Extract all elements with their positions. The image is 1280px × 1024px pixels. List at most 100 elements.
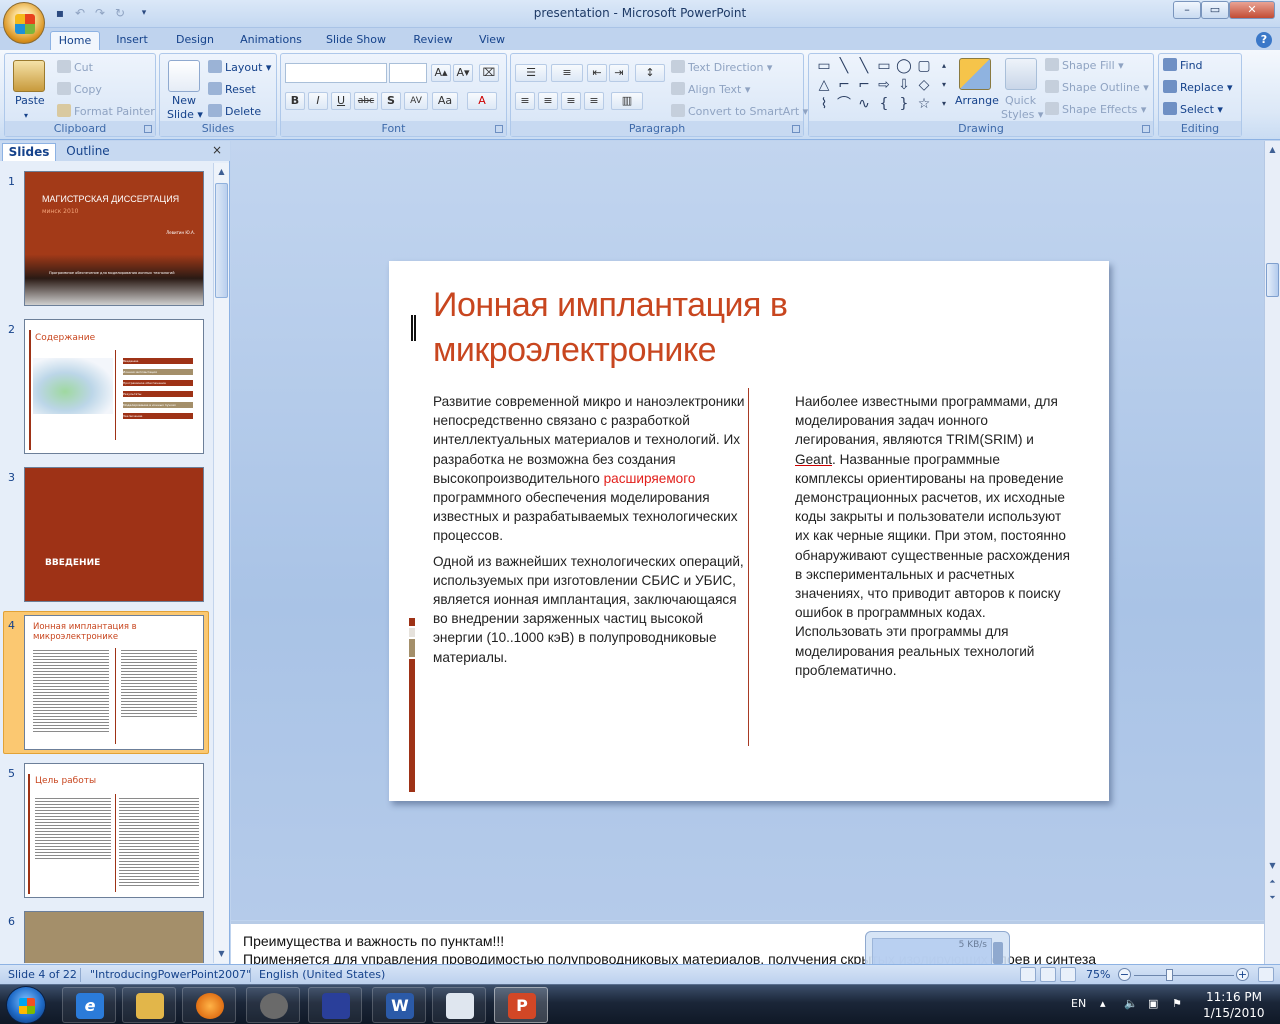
taskbar-windows-explorer[interactable] xyxy=(122,987,176,1023)
shadow-button[interactable]: S xyxy=(381,92,401,110)
slide-thumbnail-1[interactable]: МАГИСТРСКАЯ ДИССЕРТАЦИЯ минск 2010 Левит… xyxy=(24,171,204,306)
rounded-rect-shape-icon[interactable]: ▢ xyxy=(915,58,933,74)
help-icon[interactable]: ? xyxy=(1256,32,1272,48)
slide-thumbnail-4[interactable]: Ионная имплантация в микроэлектронике xyxy=(24,615,204,750)
editor-scroll-thumb[interactable] xyxy=(1266,263,1279,297)
taskbar-firefox[interactable] xyxy=(182,987,236,1023)
paste-button[interactable]: Paste xyxy=(15,93,45,109)
taskbar-powerpoint[interactable]: P xyxy=(494,987,548,1023)
pane-scroll-thumb[interactable] xyxy=(215,183,228,298)
paragraph-launcher-icon[interactable] xyxy=(792,125,800,133)
zoom-level[interactable]: 75% xyxy=(1086,967,1110,983)
slide-sorter-view-icon[interactable] xyxy=(1040,967,1056,982)
clock-time[interactable]: 11:16 PM xyxy=(1206,990,1262,1004)
strikethrough-button[interactable]: abc xyxy=(354,92,378,110)
pane-scrollbar[interactable]: ▲ ▼ xyxy=(213,163,229,963)
right-text-column[interactable]: Наиболее известными программами, для мод… xyxy=(795,392,1071,686)
slide-thumbnail-6[interactable] xyxy=(24,911,204,963)
network-icon[interactable]: ▣ xyxy=(1148,997,1158,1010)
left-text-column[interactable]: Развитие современной микро и наноэлектро… xyxy=(433,392,745,673)
tab-design[interactable]: Design xyxy=(168,31,222,51)
clear-formatting-icon[interactable]: ⌧ xyxy=(479,64,499,82)
shape-effects-button[interactable]: Shape Effects ▾ xyxy=(1062,103,1146,116)
convert-smartart-button[interactable]: Convert to SmartArt ▾ xyxy=(688,105,808,118)
taskbar-word[interactable]: W xyxy=(372,987,426,1023)
elbow-arrow-icon[interactable]: ⌐ xyxy=(855,77,873,93)
elbow-connector-icon[interactable]: ⌐ xyxy=(835,77,853,93)
slide-show-view-icon[interactable] xyxy=(1060,967,1076,982)
input-language[interactable]: EN xyxy=(1071,997,1086,1010)
office-button[interactable] xyxy=(3,2,45,44)
editor-scrollbar[interactable]: ▲ ▼ ⏶ ⏷ xyxy=(1264,141,1280,964)
tab-insert[interactable]: Insert xyxy=(108,31,156,51)
fit-to-window-icon[interactable] xyxy=(1258,967,1274,982)
tab-view[interactable]: View xyxy=(470,31,514,51)
slide-title[interactable]: Ионная имплантация в микроэлектронике xyxy=(433,283,1073,373)
down-arrow-shape-icon[interactable]: ⇩ xyxy=(895,77,913,93)
curve-shape-icon[interactable]: ∿ xyxy=(855,96,873,112)
slide-thumbnail-3[interactable]: ВВЕДЕНИЕ xyxy=(24,467,204,602)
flag-icon[interactable]: ⚑ xyxy=(1172,997,1182,1010)
layout-button[interactable]: Layout ▾ xyxy=(225,61,271,74)
slide-canvas[interactable]: Ионная имплантация в микроэлектронике Ра… xyxy=(389,261,1109,801)
arrange-icon[interactable] xyxy=(959,58,991,90)
left-brace-shape-icon[interactable]: { xyxy=(875,96,893,112)
decrease-indent-icon[interactable]: ⇤ xyxy=(587,64,607,82)
font-name-combo[interactable] xyxy=(285,63,387,83)
align-text-button[interactable]: Align Text ▾ xyxy=(688,83,750,96)
maximize-button[interactable]: ▭ xyxy=(1201,1,1229,19)
bullets-icon[interactable]: ☰ xyxy=(515,64,547,82)
zoom-out-button[interactable]: − xyxy=(1118,968,1131,981)
arrange-button[interactable]: Arrange xyxy=(955,93,999,109)
scroll-down-icon[interactable]: ▼ xyxy=(215,947,228,961)
underline-button[interactable]: U xyxy=(331,92,351,110)
slide-thumbnail-5[interactable]: Цель работы xyxy=(24,763,204,898)
rectangle-shape-icon[interactable]: ▭ xyxy=(875,58,893,74)
justify-icon[interactable]: ≡ xyxy=(584,92,604,110)
close-button[interactable]: ✕ xyxy=(1229,1,1275,19)
taskbar-internet-explorer[interactable]: e xyxy=(62,987,116,1023)
next-slide-icon[interactable]: ⏷ xyxy=(1266,891,1279,905)
tab-outline[interactable]: Outline xyxy=(58,143,118,161)
numbering-icon[interactable]: ≡ xyxy=(551,64,583,82)
select-button[interactable]: Select ▾ xyxy=(1180,103,1223,116)
quick-styles-icon[interactable] xyxy=(1005,58,1037,90)
font-launcher-icon[interactable] xyxy=(495,125,503,133)
scroll-up-icon[interactable]: ▲ xyxy=(1266,143,1279,157)
reset-button[interactable]: Reset xyxy=(225,83,256,96)
arc-shape-icon[interactable]: ⌒ xyxy=(835,96,853,112)
clock-date[interactable]: 1/15/2010 xyxy=(1203,1006,1265,1020)
star-shape-icon[interactable]: ☆ xyxy=(915,96,933,112)
text-direction-button[interactable]: Text Direction ▾ xyxy=(688,61,772,74)
normal-view-icon[interactable] xyxy=(1020,967,1036,982)
flowchart-shape-icon[interactable]: ◇ xyxy=(915,77,933,93)
minimize-button[interactable]: – xyxy=(1173,1,1201,19)
format-painter-button[interactable]: Format Painter xyxy=(74,105,155,118)
character-spacing-button[interactable]: AV xyxy=(404,92,428,110)
scroll-down-icon[interactable]: ▼ xyxy=(1266,859,1279,873)
shape-fill-button[interactable]: Shape Fill ▾ xyxy=(1062,59,1124,72)
tab-slides[interactable]: Slides xyxy=(2,143,56,161)
taskbar-save-tool[interactable] xyxy=(308,987,362,1023)
volume-icon[interactable]: 🔈 xyxy=(1124,997,1138,1010)
notes-pane[interactable]: Преимущества и важность по пунктам!!! Пр… xyxy=(231,921,1264,964)
slide-thumbnail-2[interactable]: Содержание Введение Ионная имплантация П… xyxy=(24,319,204,454)
align-center-icon[interactable]: ≡ xyxy=(538,92,558,110)
shrink-font-button[interactable]: A▾ xyxy=(453,64,473,82)
shapes-scroll-up-icon[interactable]: ▴ xyxy=(935,58,953,74)
replace-button[interactable]: Replace ▾ xyxy=(1180,81,1233,94)
theme-name[interactable]: "IntroducingPowerPoint2007" xyxy=(90,967,251,983)
line-shape-icon[interactable]: ╲ xyxy=(835,58,853,74)
cut-button[interactable]: Cut xyxy=(74,61,93,74)
drawing-launcher-icon[interactable] xyxy=(1142,125,1150,133)
grow-font-button[interactable]: A▴ xyxy=(431,64,451,82)
line-spacing-icon[interactable]: ↕ xyxy=(635,64,665,82)
right-brace-shape-icon[interactable]: } xyxy=(895,96,913,112)
taskbar-alienware[interactable] xyxy=(246,987,300,1023)
zoom-in-button[interactable]: + xyxy=(1236,968,1249,981)
taskbar-print-tool[interactable] xyxy=(432,987,486,1023)
italic-button[interactable]: I xyxy=(308,92,328,110)
oval-shape-icon[interactable]: ◯ xyxy=(895,58,913,74)
columns-icon[interactable]: ▥ xyxy=(611,92,643,110)
scroll-up-icon[interactable]: ▲ xyxy=(215,165,228,179)
